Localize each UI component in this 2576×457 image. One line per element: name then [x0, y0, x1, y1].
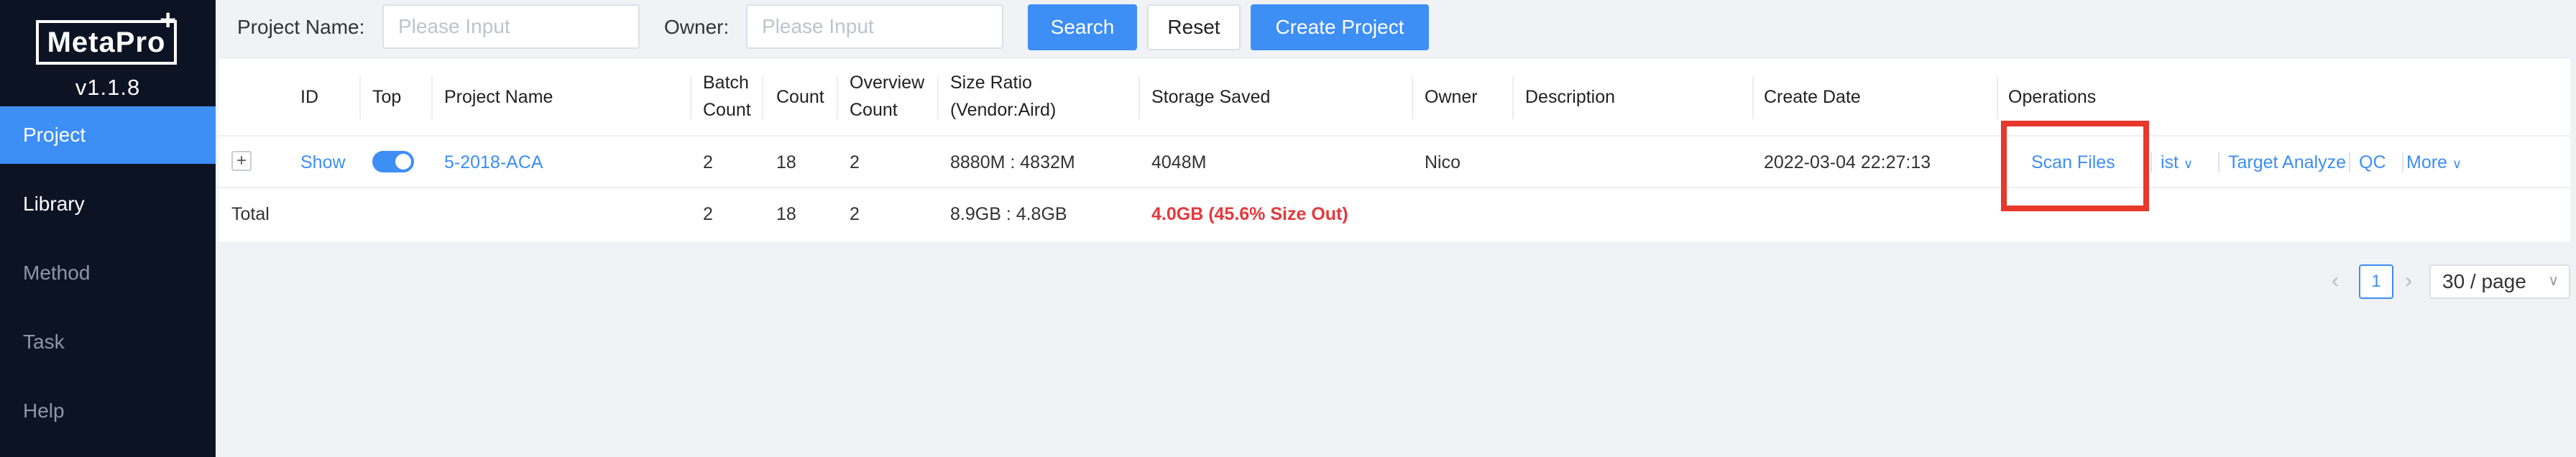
- logo-text: MetaPro: [47, 26, 166, 58]
- project-table: ID Top Project Name Batch Count Count Ove…: [218, 59, 2570, 241]
- total-size-ratio: 8.9GB : 4.8GB: [950, 204, 1067, 224]
- target-analyze-link[interactable]: Target Analyze: [2228, 152, 2346, 173]
- header-batch-count-line2: Count: [703, 100, 751, 120]
- header-storage-saved: Storage Saved: [1151, 87, 1271, 107]
- header-divider: [837, 76, 838, 119]
- table-header: ID Top Project Name Batch Count Count Ove…: [218, 59, 2570, 137]
- search-button[interactable]: Search: [1028, 4, 1137, 50]
- toggle-knob: [395, 154, 411, 170]
- size-ratio-cell: 8880M : 4832M: [950, 152, 1075, 172]
- header-batch-count-line1: Batch: [703, 73, 749, 93]
- sidebar-item-library[interactable]: Library: [0, 175, 216, 233]
- top-toggle[interactable]: [372, 151, 414, 172]
- owner-input[interactable]: [746, 4, 1003, 49]
- overview-count-cell: 2: [850, 152, 860, 172]
- operation-divider: [2349, 152, 2350, 172]
- annotation-highlight-box: [2001, 121, 2149, 211]
- project-name-input[interactable]: [382, 4, 640, 49]
- header-overview-count-line2: Count: [850, 100, 898, 120]
- create-date-cell: 2022-03-04 22:27:13: [1764, 152, 1931, 172]
- operation-divider: [2218, 152, 2220, 172]
- sidebar-item-method[interactable]: Method: [0, 244, 216, 302]
- header-divider: [762, 76, 763, 119]
- sidebar-item-task[interactable]: Task: [0, 313, 216, 371]
- header-divider: [1138, 76, 1140, 119]
- next-page-icon[interactable]: ›: [2405, 269, 2412, 293]
- create-project-button[interactable]: Create Project: [1251, 4, 1429, 50]
- page-number-current[interactable]: 1: [2359, 264, 2393, 299]
- sidebar-item-label: Task: [23, 331, 65, 353]
- header-count: Count: [776, 87, 824, 107]
- header-size-ratio-line1: Size Ratio: [950, 73, 1032, 93]
- project-name-link[interactable]: 5-2018-ACA: [444, 152, 543, 173]
- header-divider: [937, 76, 939, 119]
- logo: MetaPro: [36, 20, 177, 65]
- header-divider: [1752, 76, 1754, 119]
- total-storage-saved: 4.0GB (45.6% Size Out): [1151, 204, 1348, 224]
- list-dropdown-label: ist: [2161, 152, 2179, 172]
- header-size-ratio-line2: (Vendor:Aird): [950, 100, 1057, 120]
- total-row: Total 2 18 2 8.9GB : 4.8GB 4.0GB (45.6% …: [218, 188, 2570, 241]
- sidebar-item-help[interactable]: Help: [0, 382, 216, 440]
- header-description: Description: [1525, 87, 1616, 107]
- logo-plus-icon: +: [160, 4, 177, 36]
- header-owner: Owner: [1425, 87, 1478, 107]
- header-divider: [690, 76, 691, 119]
- total-count: 18: [776, 204, 796, 224]
- more-dropdown[interactable]: More ∨: [2406, 152, 2462, 173]
- operation-divider: [2402, 152, 2404, 172]
- chevron-down-icon: ∨: [2452, 157, 2462, 171]
- header-overview-count: Overview Count: [850, 69, 924, 124]
- header-project-name: Project Name: [444, 87, 553, 107]
- header-batch-count: Batch Count: [703, 69, 751, 124]
- total-batch-count: 2: [703, 204, 713, 224]
- chevron-down-icon: ∨: [2548, 273, 2559, 289]
- sidebar-item-label: Library: [23, 193, 85, 215]
- header-divider: [1512, 76, 1514, 119]
- app-version: v1.1.8: [75, 75, 141, 100]
- total-overview-count: 2: [850, 204, 860, 224]
- list-dropdown[interactable]: ist ∨: [2161, 152, 2193, 173]
- total-label: Total: [231, 204, 270, 224]
- sidebar: MetaPro + v1.1.8 Project Library Method …: [0, 0, 216, 457]
- reset-button[interactable]: Reset: [1147, 4, 1241, 50]
- show-id-link[interactable]: Show: [300, 152, 346, 173]
- header-divider: [1412, 76, 1413, 119]
- batch-count-cell: 2: [703, 152, 713, 172]
- header-divider: [431, 76, 433, 119]
- sidebar-item-label: Method: [23, 262, 91, 284]
- chevron-down-icon: ∨: [2183, 157, 2194, 171]
- header-id: ID: [300, 87, 318, 107]
- project-name-label: Project Name:: [237, 16, 365, 38]
- header-operations: Operations: [2008, 87, 2097, 107]
- owner-cell: Nico: [1425, 152, 1461, 172]
- prev-page-icon[interactable]: ‹: [2332, 269, 2339, 293]
- operation-divider: [2150, 152, 2152, 172]
- header-size-ratio: Size Ratio (Vendor:Aird): [950, 69, 1056, 124]
- owner-label: Owner:: [664, 16, 730, 38]
- sidebar-item-label: Help: [23, 400, 65, 422]
- sidebar-item-project[interactable]: Project: [0, 106, 216, 164]
- header-divider: [1997, 76, 1998, 119]
- more-dropdown-label: More: [2406, 152, 2447, 172]
- table-row: + Show 5-2018-ACA 2 18 2 8880M : 4832M 4…: [218, 137, 2570, 188]
- expand-row-button[interactable]: +: [231, 151, 252, 171]
- qc-link[interactable]: QC: [2359, 152, 2386, 173]
- header-overview-count-line1: Overview: [850, 73, 925, 93]
- storage-saved-cell: 4048M: [1151, 152, 1207, 172]
- header-top: Top: [372, 87, 402, 107]
- count-cell: 18: [776, 152, 796, 172]
- page-size-label: 30 / page: [2442, 270, 2526, 292]
- sidebar-item-label: Project: [23, 124, 86, 146]
- header-divider: [359, 76, 361, 119]
- header-create-date: Create Date: [1764, 87, 1861, 107]
- page-size-select[interactable]: 30 / page ∨: [2429, 264, 2570, 299]
